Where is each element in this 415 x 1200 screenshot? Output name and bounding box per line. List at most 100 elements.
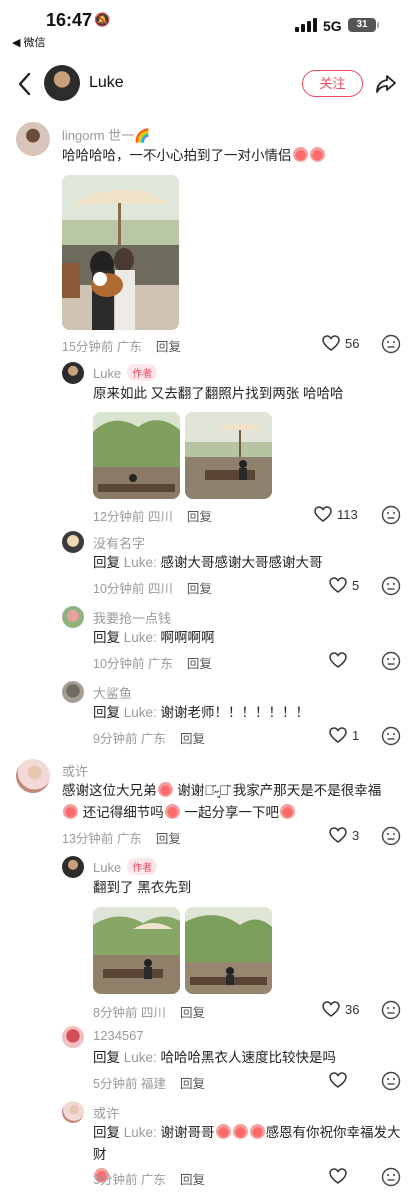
avatar[interactable] <box>16 122 50 156</box>
comment-text: 回复 Luke: 谢谢老师！！！！！！！ <box>93 705 310 720</box>
author-badge: 作者 <box>127 364 158 381</box>
heart-icon <box>322 1001 340 1017</box>
comment-text: 回复 Luke: 感谢大哥感谢大哥感谢大哥 <box>93 555 323 570</box>
reply-button[interactable]: 回复 <box>187 510 212 524</box>
status-time: 16:47 <box>46 10 93 30</box>
dislike-icon[interactable] <box>381 576 401 596</box>
emoji-icon <box>292 147 308 162</box>
comment-username[interactable]: 或许 <box>62 761 88 780</box>
comment-username[interactable]: 没有名字 <box>93 533 145 552</box>
reply-button[interactable]: 回复 <box>187 582 212 596</box>
comment-meta: 10分钟前 广东 回复 <box>93 657 212 671</box>
mute-bell-icon: 🔕 <box>94 12 111 27</box>
like-button[interactable]: 1 <box>329 727 359 744</box>
comment-meta: 12分钟前 四川 回复 <box>93 510 212 524</box>
dislike-icon[interactable] <box>381 826 401 846</box>
heart-icon[interactable] <box>329 652 347 669</box>
mention[interactable]: Luke: <box>124 1125 157 1140</box>
comment-photo[interactable] <box>185 907 272 994</box>
avatar[interactable] <box>62 531 84 553</box>
like-button[interactable]: 3 <box>329 827 359 844</box>
like-count: 113 <box>337 507 358 522</box>
emoji-icon <box>215 1124 231 1139</box>
mention[interactable]: Luke: <box>124 1050 157 1065</box>
comment-username[interactable]: Luke 作者 <box>93 858 158 875</box>
reply-button[interactable]: 回复 <box>156 340 181 354</box>
author-badge: 作者 <box>127 858 158 875</box>
back-to-app-link[interactable]: ◀ 微信 <box>12 34 46 50</box>
header-avatar[interactable] <box>44 65 80 101</box>
heart-icon[interactable] <box>329 1168 347 1185</box>
like-button[interactable]: 5 <box>329 577 359 594</box>
dislike-icon[interactable] <box>381 651 401 671</box>
comment-username[interactable]: 我要抢一点钱 <box>93 608 171 627</box>
heart-icon <box>329 727 347 743</box>
like-count: 3 <box>352 828 360 843</box>
reply-button[interactable]: 回复 <box>187 657 212 671</box>
share-icon[interactable] <box>374 72 398 96</box>
comment-photo[interactable] <box>62 175 179 330</box>
dislike-icon[interactable] <box>381 726 401 746</box>
comment-text: 翻到了 黑衣先到 <box>93 880 192 895</box>
emoji-icon <box>309 147 325 162</box>
heart-icon <box>329 827 347 843</box>
dislike-icon[interactable] <box>381 1167 401 1187</box>
heart-icon[interactable] <box>329 1072 347 1089</box>
comment-meta: 15分钟前 广东 回复 <box>62 340 181 354</box>
emoji-icon <box>157 782 173 797</box>
comment-photo[interactable] <box>185 412 272 499</box>
like-button[interactable]: 36 <box>322 1001 359 1018</box>
heart-icon <box>314 506 332 522</box>
reply-button[interactable]: 回复 <box>156 832 181 846</box>
comment-meta: 3分钟前 广东 回复 <box>93 1173 205 1187</box>
heart-icon <box>322 335 340 351</box>
mention[interactable]: Luke: <box>124 630 157 645</box>
reply-button[interactable]: 回复 <box>180 1077 205 1091</box>
mention[interactable]: Luke: <box>124 555 157 570</box>
back-arrow-icon[interactable] <box>14 70 36 98</box>
avatar[interactable] <box>62 856 84 878</box>
mention[interactable]: Luke: <box>124 705 157 720</box>
comment-meta: 5分钟前 福建 回复 <box>93 1077 205 1091</box>
comment-photo[interactable] <box>93 412 180 499</box>
dislike-icon[interactable] <box>381 505 401 525</box>
comment-text: 感谢这位大兄弟 谢谢ᯅ᷄˶͈ᯅ᷅ 我家产那天是不是很幸福 还记得细节吗 一起分享… <box>62 782 382 820</box>
comment-username[interactable]: Luke 作者 <box>93 364 158 381</box>
dislike-icon[interactable] <box>381 334 401 354</box>
follow-button[interactable]: 关注 <box>302 70 363 97</box>
avatar[interactable] <box>62 1101 84 1123</box>
emoji-icon <box>280 804 296 819</box>
comment-username[interactable]: lingorm 世一🌈 <box>62 125 150 144</box>
comment-photo[interactable] <box>93 907 180 994</box>
dislike-icon[interactable] <box>381 1000 401 1020</box>
like-count: 56 <box>345 336 360 351</box>
network-label: 5G <box>323 18 342 34</box>
avatar[interactable] <box>62 1026 84 1048</box>
comment-username[interactable]: 大鲨鱼 <box>93 683 132 702</box>
comment-meta: 9分钟前 广东 回复 <box>93 732 205 746</box>
header-username[interactable]: Luke <box>89 74 124 92</box>
comment-text: 哈哈哈哈，一不小心拍到了一对小情侣 <box>62 145 326 167</box>
comment-text: 回复 Luke: 哈哈哈黑衣人速度比较快是吗 <box>93 1050 337 1065</box>
comment-username[interactable]: 或许 <box>93 1103 119 1122</box>
avatar[interactable] <box>62 681 84 703</box>
reply-button[interactable]: 回复 <box>180 1006 205 1020</box>
emoji-icon <box>63 804 78 819</box>
reply-button[interactable]: 回复 <box>180 732 205 746</box>
like-count: 1 <box>352 728 360 743</box>
avatar[interactable] <box>16 759 50 793</box>
comment-meta: 13分钟前 广东 回复 <box>62 832 181 846</box>
dislike-icon[interactable] <box>381 1071 401 1091</box>
emoji-icon <box>164 804 180 819</box>
like-button[interactable]: 113 <box>314 506 358 523</box>
emoji-icon <box>249 1124 265 1139</box>
comment-text: 回复 Luke: 啊啊啊啊 <box>93 630 215 645</box>
comment-meta: 8分钟前 四川 回复 <box>93 1006 205 1020</box>
like-button[interactable]: 56 <box>322 335 359 352</box>
comment-username[interactable]: 1234567 <box>93 1028 144 1043</box>
avatar[interactable] <box>62 362 84 384</box>
signal-icon <box>295 18 317 32</box>
reply-button[interactable]: 回复 <box>180 1173 205 1187</box>
avatar[interactable] <box>62 606 84 628</box>
battery-icon: 31 <box>348 18 379 32</box>
